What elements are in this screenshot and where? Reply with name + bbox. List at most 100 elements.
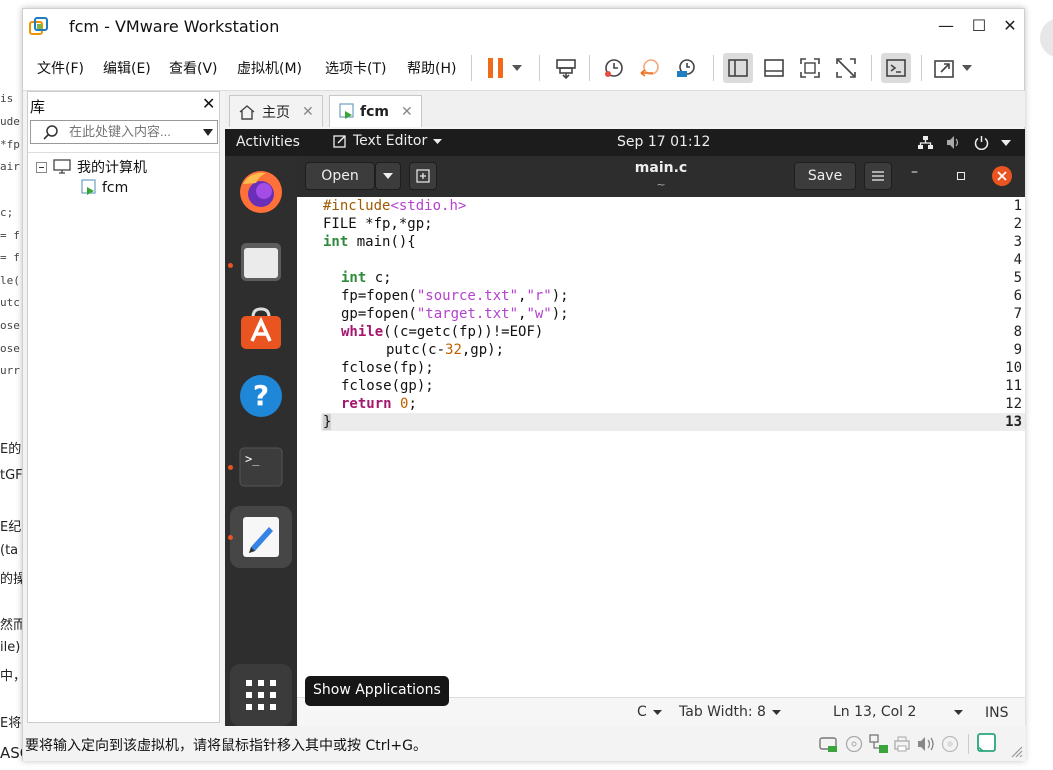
maximize-button[interactable]: ☐ (968, 15, 990, 37)
tab-home[interactable]: 主页 ✕ (229, 95, 323, 127)
tab-close-icon[interactable]: ✕ (302, 104, 314, 120)
snapshot-clock-icon (605, 59, 623, 77)
clock[interactable]: Sep 17 01:12 (617, 134, 710, 150)
menu-view[interactable]: 查看(V) (169, 58, 218, 78)
show-applications-button[interactable] (230, 664, 292, 726)
close-button[interactable]: ✕ (999, 15, 1021, 37)
code-line: fclose(fp); (341, 360, 434, 376)
tab-fcm[interactable]: fcm ✕ (329, 95, 422, 127)
tab-width-selector[interactable]: Tab Width: 8 (679, 704, 781, 720)
activities-button[interactable]: Activities (236, 134, 300, 150)
console-view-button[interactable] (881, 53, 911, 83)
hard-disk-icon[interactable] (819, 735, 839, 753)
dock-terminal[interactable]: >_ (237, 443, 285, 491)
dock-text-editor[interactable] (230, 506, 292, 568)
pause-dropdown[interactable] (509, 53, 525, 83)
menu-tabs[interactable]: 选项卡(T) (325, 58, 386, 78)
code-token: c; (366, 270, 392, 286)
chevron-down-icon[interactable] (203, 129, 213, 136)
thumbnail-bar-button[interactable] (759, 53, 789, 83)
library-search-box[interactable] (30, 120, 218, 144)
code-line: while((c=getc(fp))!=EOF) (341, 324, 543, 340)
bg-code-line: ose (0, 319, 20, 332)
app-grid-icon (246, 680, 276, 710)
network-icon[interactable] (918, 135, 933, 150)
menu-help[interactable]: 帮助(H) (407, 58, 456, 78)
minimize-icon[interactable]: – (911, 164, 918, 180)
language-selector[interactable]: C (637, 704, 662, 720)
floating-bubble[interactable] (1040, 18, 1053, 58)
chevron-down-icon (962, 65, 972, 71)
usb-device-icon[interactable] (941, 735, 959, 753)
bg-code-line: = f (0, 251, 20, 264)
close-icon[interactable] (991, 165, 1013, 187)
revert-snapshot-button[interactable] (635, 53, 665, 83)
bg-code-line: *fp (0, 138, 20, 151)
stretch-dropdown[interactable] (959, 53, 975, 83)
dock-files[interactable] (237, 237, 285, 285)
tree-item-my-computer[interactable]: 我的计算机 (36, 157, 147, 177)
cursor-position-selector[interactable]: Ln 13, Col 2 (833, 704, 964, 720)
toolbar-divider (871, 55, 872, 81)
snapshot-manager-icon (677, 59, 695, 77)
line-number: 7 (1013, 306, 1022, 322)
save-button[interactable]: Save (794, 162, 856, 190)
code-token: "target.txt" (416, 306, 519, 322)
chevron-down-icon (433, 138, 443, 144)
window-title: fcm - VMware Workstation (69, 17, 280, 36)
menu-file[interactable]: 文件(F) (37, 58, 84, 78)
bg-code-line: le( (0, 274, 20, 287)
minimize-button[interactable]: — (935, 15, 957, 37)
stretch-guest-button[interactable] (929, 53, 959, 83)
code-editor[interactable]: 1 2 3 4 5 6 7 8 9 10 11 12 13 #include<s… (297, 197, 1025, 697)
cd-dvd-icon[interactable] (845, 735, 863, 753)
bg-text-line: (ta (0, 543, 19, 558)
restore-icon[interactable] (957, 172, 965, 180)
vm-console[interactable]: Activities Text Editor Sep 17 01:12 ? >_… (225, 129, 1025, 726)
menu-edit[interactable]: 编辑(E) (103, 58, 151, 78)
dock-firefox[interactable] (237, 168, 285, 216)
sound-card-icon[interactable] (917, 735, 937, 753)
bg-text-line: tGF (0, 468, 23, 483)
code-line: return 0; (341, 396, 417, 412)
fullscreen-icon (800, 58, 820, 78)
app-menu[interactable]: Text Editor (333, 133, 443, 149)
dock-help[interactable]: ? (237, 372, 285, 420)
vmware-window: fcm - VMware Workstation — ☐ ✕ 文件(F) 编辑(… (22, 8, 1026, 761)
gnome-top-bar: Activities Text Editor Sep 17 01:12 (225, 129, 1025, 156)
tab-close-icon[interactable]: ✕ (401, 104, 413, 120)
network-adapter-icon[interactable] (869, 734, 889, 754)
hamburger-menu-button[interactable] (864, 162, 892, 190)
help-icon: ? (240, 375, 282, 417)
volume-icon[interactable] (946, 135, 962, 150)
dock-software[interactable] (237, 304, 285, 352)
text-editor-icon (243, 517, 279, 557)
bg-text-line: ile) (0, 640, 21, 655)
search-icon (43, 125, 58, 140)
input-hint-text: 要将输入定向到该虚拟机，请将鼠标指针移入其中或按 Ctrl+G。 (25, 738, 427, 754)
bottom-panel-layout-icon (764, 59, 784, 77)
snapshot-manager-button[interactable] (671, 53, 701, 83)
code-token: 0 (391, 396, 409, 412)
printer-icon[interactable] (893, 735, 911, 753)
snapshot-button[interactable] (599, 53, 629, 83)
chevron-down-icon[interactable] (1001, 140, 1011, 146)
code-token: putc(c- (386, 342, 446, 358)
unity-mode-button[interactable] (831, 53, 861, 83)
resize-grip-icon[interactable] (1009, 744, 1023, 758)
pause-button[interactable] (481, 53, 511, 83)
library-view-button[interactable] (723, 53, 753, 83)
full-screen-button[interactable] (795, 53, 825, 83)
power-icon[interactable] (974, 135, 989, 150)
bg-code-line: urr (0, 364, 20, 377)
app-menu-label: Text Editor (353, 133, 428, 149)
message-log-icon[interactable] (977, 733, 997, 753)
library-search-input[interactable] (69, 124, 199, 139)
send-ctrl-alt-del-button[interactable] (551, 53, 581, 83)
chevron-down-icon (512, 65, 522, 71)
collapse-icon[interactable] (36, 161, 47, 173)
tree-item-fcm[interactable]: fcm (80, 179, 128, 197)
menu-vm[interactable]: 虚拟机(M) (237, 58, 302, 78)
bg-code-line: air (0, 160, 20, 173)
library-close-button[interactable]: ✕ (202, 94, 215, 113)
